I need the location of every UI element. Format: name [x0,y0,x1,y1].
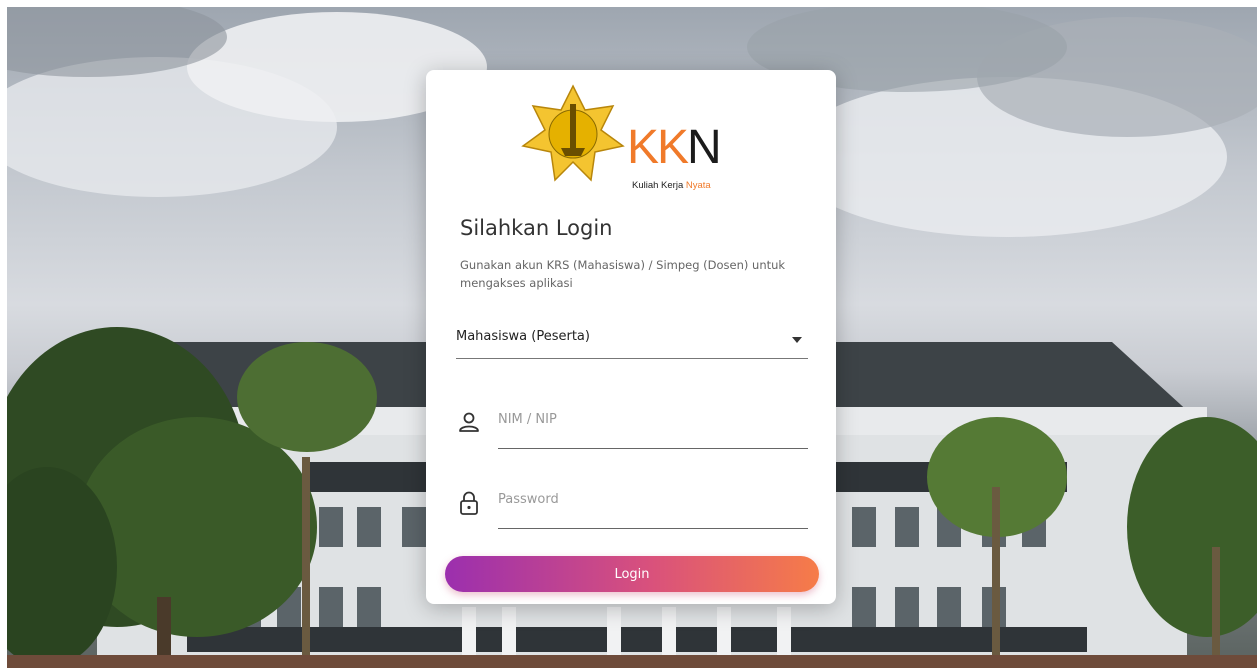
nim-field-group [456,400,808,449]
tagline-main: Kuliah Kerja [632,180,686,191]
role-select[interactable]: Mahasiswa (Peserta) [456,326,808,359]
chevron-down-icon [792,337,802,343]
kkn-wordmark: KKN [627,121,722,174]
password-input[interactable] [498,480,808,529]
login-button[interactable]: Login [445,556,819,592]
kkn-tagline: Kuliah Kerja Nyata [632,180,711,191]
user-icon [459,412,479,432]
login-description: Gunakan akun KRS (Mahasiswa) / Simpeg (D… [460,258,786,290]
lock-icon [460,491,478,515]
login-card: KKN Kuliah Kerja Nyata Silahkan Login Gu… [426,70,836,604]
kkn-logo: KKN Kuliah Kerja Nyata [521,84,746,191]
nim-input[interactable] [498,400,808,449]
tagline-accent: Nyata [685,180,711,191]
password-field-group [456,480,808,529]
university-emblem-icon [521,84,625,182]
wordmark-n: N [687,121,722,174]
login-heading: Silahkan Login [460,216,613,240]
wordmark-k1: K [627,121,659,174]
wordmark-k2: K [657,121,689,174]
role-select-value: Mahasiswa (Peserta) [456,329,590,344]
